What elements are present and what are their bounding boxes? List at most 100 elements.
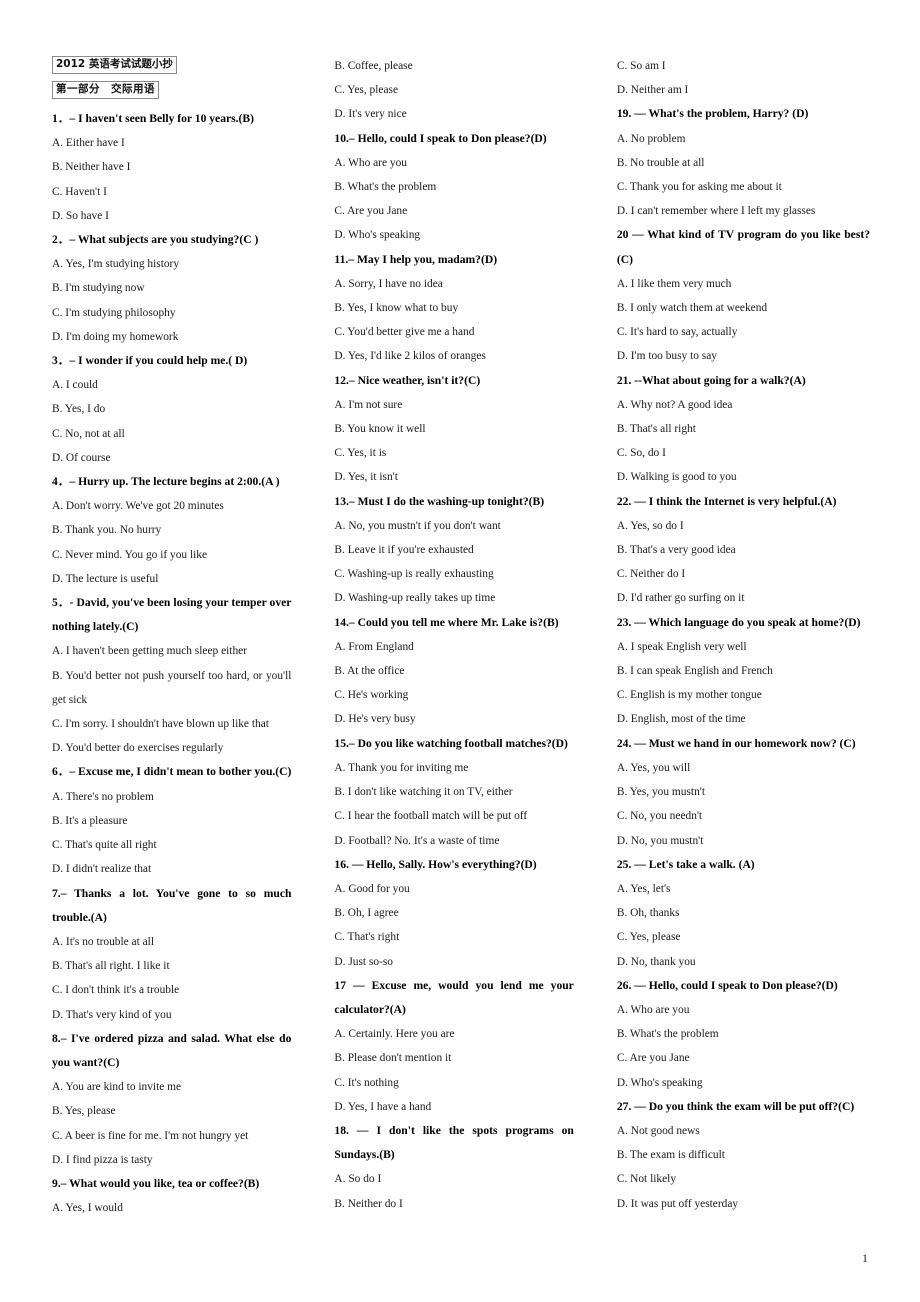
exam-paper-page: 2012 英语考试试题小抄 第一部分 交际用语 1．– I haven't se… — [0, 0, 920, 1302]
answer-option: D. You'd better do exercises regularly — [52, 742, 224, 755]
answer-option: D. No, you mustn't — [616, 834, 704, 847]
answer-option: C. That's right — [334, 931, 400, 944]
answer-option: D. Walking is good to you — [616, 471, 737, 484]
answer-option: D. I'm doing my homework — [52, 330, 179, 343]
answer-option: C. I don't think it's a trouble — [52, 984, 180, 997]
column-2-body: B. Coffee, please C. Yes, please D. It's v… — [334, 54, 573, 1216]
answer-option: D. It's very nice — [334, 108, 407, 121]
answer-option: D. English, most of the time — [616, 713, 746, 726]
answer-option: A. Yes, I would — [52, 1202, 123, 1215]
answer-option: A. Yes, so do I — [616, 519, 684, 532]
answer-option: C. Neither do I — [616, 568, 686, 581]
question-text: 26. — Hello, could I speak to Don please… — [616, 978, 838, 992]
answer-option: A. I like them very much — [616, 277, 732, 290]
question-text: 7.– Thanks a lot. You've gone to so much… — [52, 886, 292, 924]
answer-option: C. Yes, please — [616, 931, 681, 944]
answer-option: B. Yes, you mustn't — [616, 786, 705, 799]
answer-option: B. Yes, I know what to buy — [334, 302, 459, 315]
answer-option: B. What's the problem — [616, 1028, 719, 1041]
question-text: 27. — Do you think the exam will be put … — [616, 1099, 855, 1113]
question-text: 19. — What's the problem, Harry? (D) — [616, 107, 809, 121]
answer-option: A. Thank you for inviting me — [334, 761, 469, 774]
column-1: 2012 英语考试试题小抄 第一部分 交际用语 1．– I haven't se… — [52, 54, 291, 1220]
answer-option: B. I don't like watching it on TV, eithe… — [334, 786, 513, 799]
answer-option: C. Are you Jane — [616, 1052, 690, 1065]
answer-option: A. There's no problem — [52, 790, 154, 803]
answer-option: A. I could — [52, 379, 98, 392]
answer-option: D. I didn't realize that — [52, 863, 152, 876]
answer-option: D. Yes, I'd like 2 kilos of oranges — [334, 350, 486, 363]
answer-option: D. So have I — [52, 209, 109, 222]
answer-option: D. The lecture is useful — [52, 572, 159, 585]
answer-option: B. Yes, please — [52, 1105, 116, 1118]
answer-option: B. Oh, thanks — [616, 907, 680, 920]
section-title-box: 第一部分 交际用语 — [52, 79, 291, 107]
answer-option: A. Yes, let's — [616, 882, 671, 895]
question-text: 22. — I think the Internet is very helpf… — [616, 494, 837, 508]
answer-option: C. Are you Jane — [334, 205, 408, 218]
answer-option: A. Don't worry. We've got 20 minutes — [52, 500, 224, 513]
answer-option: B. Neither do I — [334, 1197, 403, 1210]
question-text: 9.– What would you like, tea or coffee?(… — [52, 1176, 260, 1190]
question-text: 16. — Hello, Sally. How's everything?(D) — [334, 857, 537, 871]
answer-option: B. Coffee, please — [334, 60, 413, 72]
answer-option: B. Yes, I do — [52, 403, 106, 416]
answer-option: A. Yes, you will — [616, 761, 691, 774]
answer-option: A. I haven't been getting much sleep eit… — [52, 645, 247, 658]
answer-option: D. No, thank you — [616, 955, 696, 968]
answer-option: A. From England — [334, 640, 414, 653]
answer-option: D. Yes, I have a hand — [334, 1100, 432, 1113]
answer-option: A. You are kind to invite me — [52, 1081, 182, 1094]
question-text: 10.– Hello, could I speak to Don please?… — [334, 131, 547, 145]
answer-option: C. A beer is fine for me. I'm not hungry… — [52, 1129, 249, 1142]
answer-option: B. Neither have I — [52, 161, 131, 174]
answer-option: C. Never mind. You go if you like — [52, 548, 208, 561]
question-text: 11.– May I help you, madam?(D) — [334, 252, 498, 266]
answer-option: A. I'm not sure — [334, 398, 403, 411]
answer-option: B. Leave it if you're exhausted — [334, 544, 474, 557]
answer-option: C. No, you needn't — [616, 810, 703, 823]
answer-option: D. I find pizza is tasty — [52, 1153, 153, 1166]
answer-option: B. That's all right — [616, 423, 696, 436]
question-text: 25. — Let's take a walk. (A) — [616, 857, 755, 871]
answer-option: B. At the office — [334, 665, 405, 678]
question-text: 13.– Must I do the washing-up tonight?(B… — [334, 494, 545, 508]
answer-option: C. It's nothing — [334, 1076, 399, 1089]
answer-option: C. That's quite all right — [52, 839, 157, 852]
answer-option: C. Yes, please — [334, 84, 399, 97]
answer-option: B. Please don't mention it — [334, 1052, 452, 1065]
three-column-layout: 2012 英语考试试题小抄 第一部分 交际用语 1．– I haven't se… — [52, 54, 870, 1220]
answer-option: C. Thank you for asking me about it — [616, 181, 782, 194]
question-text: 2．– What subjects are you studying?(C ) — [52, 233, 259, 247]
question-text: 18. — I don't like the spots programs on… — [334, 1123, 574, 1162]
answer-option: D. Football? No. It's a waste of time — [334, 834, 500, 847]
question-text: 14.– Could you tell me where Mr. Lake is… — [334, 615, 559, 629]
question-text: 3．– I wonder if you could help me.( D) — [52, 354, 248, 368]
answer-option: A. I speak English very well — [616, 640, 747, 653]
question-text: 6．– Excuse me, I didn't mean to bother y… — [52, 765, 292, 779]
answer-option: A. No, you mustn't if you don't want — [334, 519, 501, 532]
answer-option: B. The exam is difficult — [616, 1149, 725, 1162]
answer-option: B. No trouble at all — [616, 156, 705, 169]
question-text: 24. — Must we hand in our homework now? … — [616, 736, 856, 750]
answer-option: C. English is my mother tongue — [616, 689, 762, 702]
page-number: 1 — [862, 1251, 868, 1265]
answer-option: A. It's no trouble at all — [52, 935, 155, 948]
answer-option: D. Yes, it isn't — [334, 471, 398, 484]
answer-option: B. I'm studying now — [52, 282, 145, 295]
answer-option: D. Just so-so — [334, 955, 393, 968]
document-title-box: 2012 英语考试试题小抄 — [52, 54, 291, 79]
answer-option: C. You'd better give me a hand — [334, 326, 475, 339]
answer-option: C. No, not at all — [52, 427, 125, 440]
answer-option: C. I hear the football match will be put… — [334, 810, 528, 823]
column-2: B. Coffee, please C. Yes, please D. It's v… — [334, 54, 573, 1216]
answer-option: A. Certainly. Here you are — [334, 1028, 455, 1041]
answer-option: A. Who are you — [616, 1003, 690, 1016]
answer-option: D. That's very kind of you — [52, 1008, 172, 1021]
answer-option: B. It's a pleasure — [52, 814, 128, 827]
answer-option: C. So am I — [616, 60, 666, 72]
answer-option: D. I'd rather go surfing on it — [616, 592, 745, 605]
answer-option: D. I can't remember where I left my glas… — [616, 205, 816, 218]
document-title: 2012 英语考试试题小抄 — [52, 56, 177, 74]
answer-option: D. Of course — [52, 451, 111, 464]
